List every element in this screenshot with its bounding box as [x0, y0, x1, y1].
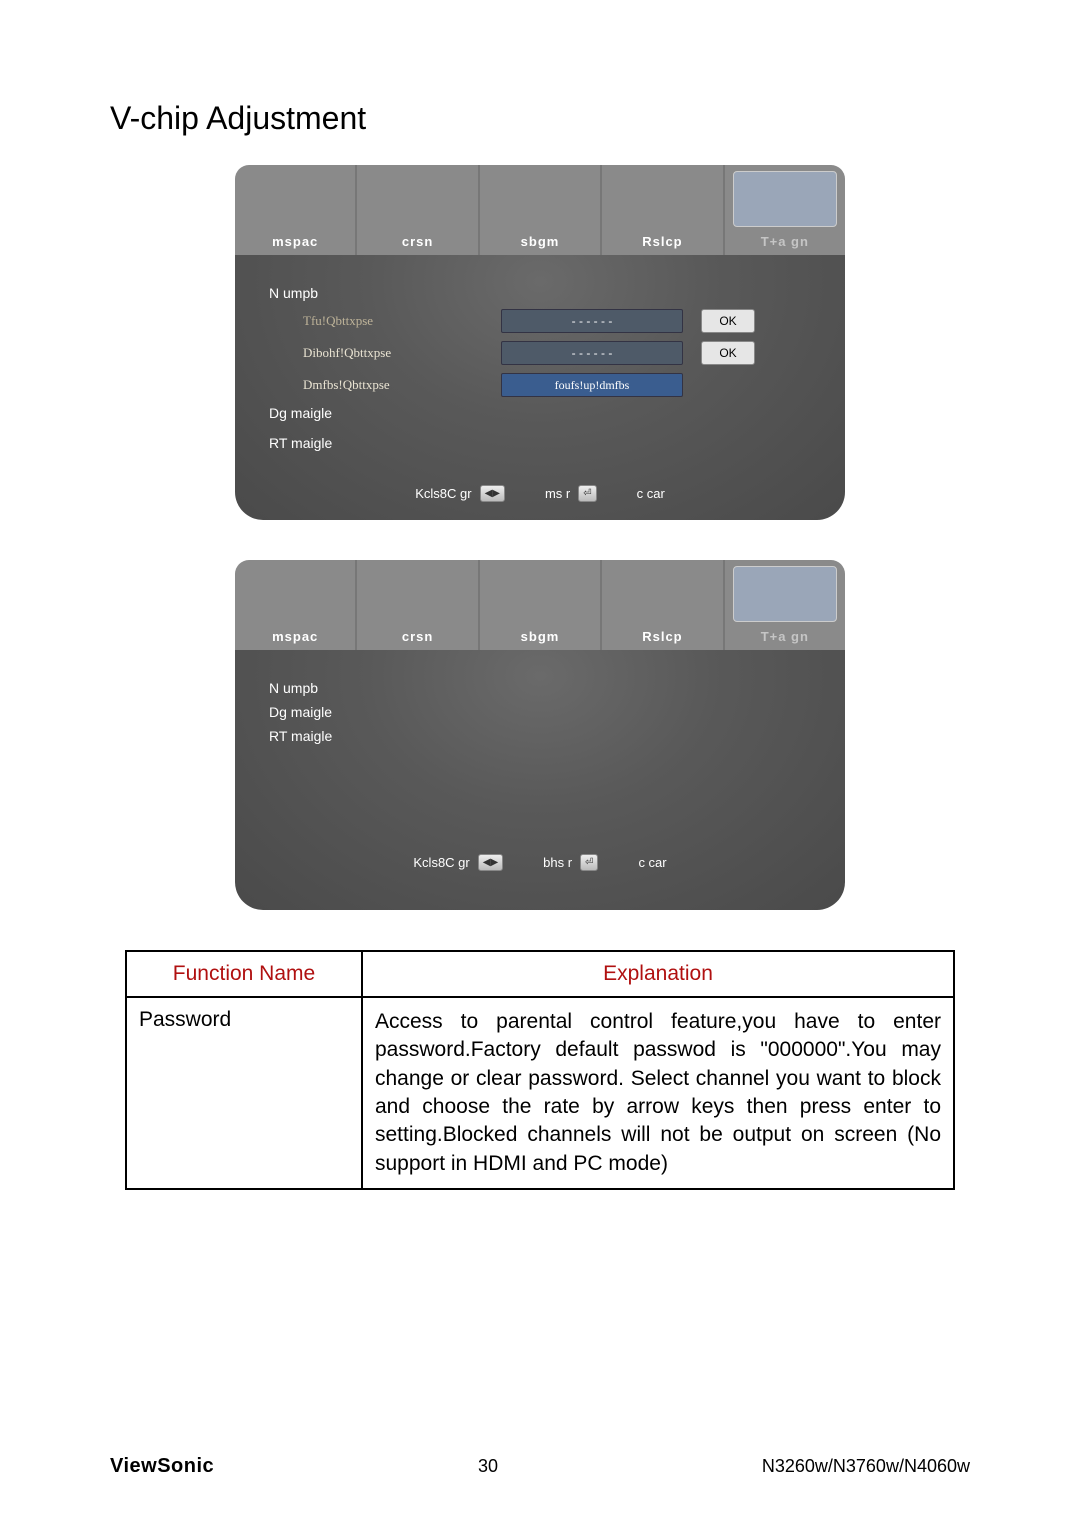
page-title: V-chip Adjustment: [110, 100, 970, 137]
footer-page-number: 30: [478, 1456, 498, 1477]
osd-panel-vchip-expanded: mspac crsn sbgm Rslcp T+a gn N umpb Tfu!…: [235, 165, 845, 520]
arrow-keys-icon: ◀▶: [480, 485, 505, 502]
osd-tab-audio[interactable]: crsn: [357, 165, 479, 255]
table-cell-function: Password: [126, 997, 362, 1189]
footer-models: N3260w/N3760w/N4060w: [762, 1456, 970, 1477]
osd-clear-password-action[interactable]: foufs!up!dmfbs: [501, 373, 683, 397]
osd-change-password-field[interactable]: - - - - - -: [501, 341, 683, 365]
footer-brand: ViewSonic: [110, 1455, 214, 1478]
hint-select-label: c car: [637, 486, 665, 501]
osd-change-password-label: Dibohf!Qbttxpse: [269, 345, 483, 361]
osd-tab-vchip[interactable]: T+a gn: [725, 165, 845, 255]
osd-item-channel-rating[interactable]: Dg maigle: [269, 405, 449, 421]
arrow-keys-icon: ◀▶: [478, 854, 503, 871]
table-cell-explanation: Access to parental control feature,you h…: [362, 997, 954, 1189]
osd-tab-setup[interactable]: Rslcp: [602, 560, 724, 650]
osd-set-password-field[interactable]: - - - - - -: [501, 309, 683, 333]
hint-enter-label: ms r: [545, 486, 570, 501]
osd-set-password-label: Tfu!Qbttxpse: [269, 313, 483, 329]
enter-key-icon: ⏎: [580, 854, 598, 871]
osd-item-password[interactable]: N umpb: [269, 285, 449, 301]
hint-move-label: Kcls8C gr: [413, 855, 469, 870]
osd-tab-bar: mspac crsn sbgm Rslcp T+a gn: [235, 165, 845, 255]
osd-hint-bar: Kcls8C gr ◀▶ bhs r ⏎ c car: [269, 854, 811, 871]
hint-enter-label: bhs r: [543, 855, 572, 870]
osd-clear-password-label: Dmfbs!Qbttxpse: [269, 377, 483, 393]
osd-item-usa-rating[interactable]: RT maigle: [269, 435, 449, 451]
osd-tab-picture[interactable]: mspac: [235, 560, 357, 650]
osd-change-password-ok[interactable]: OK: [701, 341, 755, 365]
osd-tab-other[interactable]: sbgm: [480, 560, 602, 650]
osd-hint-bar: Kcls8C gr ◀▶ ms r ⏎ c car: [269, 485, 811, 502]
osd-tab-picture[interactable]: mspac: [235, 165, 357, 255]
table-header-function: Function Name: [126, 951, 362, 997]
page-footer: ViewSonic 30 N3260w/N3760w/N4060w: [110, 1455, 970, 1478]
osd-tab-setup[interactable]: Rslcp: [602, 165, 724, 255]
osd-item-usa-rating[interactable]: RT maigle: [269, 728, 449, 744]
table-header-explanation: Explanation: [362, 951, 954, 997]
osd-item-password[interactable]: N umpb: [269, 680, 449, 696]
osd-item-channel-rating[interactable]: Dg maigle: [269, 704, 449, 720]
osd-tab-vchip[interactable]: T+a gn: [725, 560, 845, 650]
osd-tab-other[interactable]: sbgm: [480, 165, 602, 255]
hint-select-label: c car: [638, 855, 666, 870]
osd-tab-audio[interactable]: crsn: [357, 560, 479, 650]
hint-move-label: Kcls8C gr: [415, 486, 471, 501]
osd-panel-vchip-collapsed: mspac crsn sbgm Rslcp T+a gn N umpb Dg m…: [235, 560, 845, 910]
osd-tab-bar: mspac crsn sbgm Rslcp T+a gn: [235, 560, 845, 650]
explanation-table: Function Name Explanation Password Acces…: [125, 950, 955, 1190]
table-row: Password Access to parental control feat…: [126, 997, 954, 1189]
enter-key-icon: ⏎: [578, 485, 596, 502]
osd-set-password-ok[interactable]: OK: [701, 309, 755, 333]
